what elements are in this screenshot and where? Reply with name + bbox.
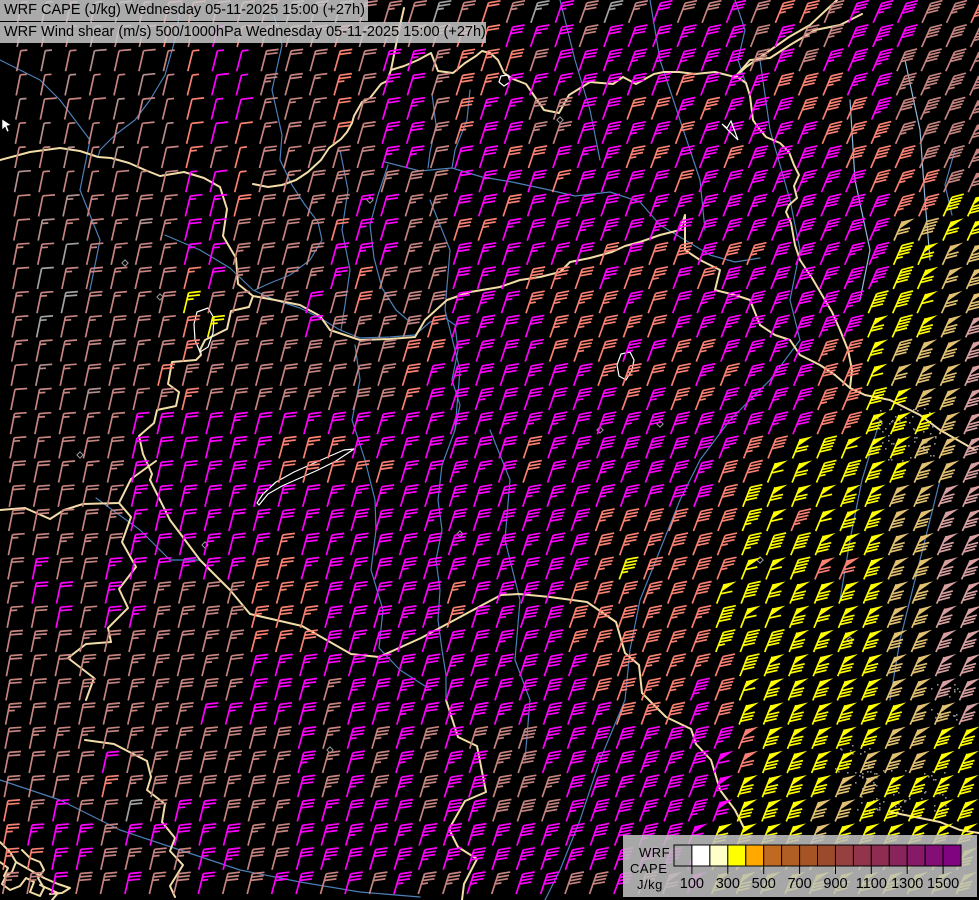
svg-text:1300: 1300	[891, 876, 923, 892]
svg-text:500: 500	[752, 876, 776, 892]
svg-text:700: 700	[787, 876, 811, 892]
svg-text:1100: 1100	[856, 876, 887, 892]
svg-text:CAPE: CAPE	[630, 861, 667, 876]
svg-text:J/kg: J/kg	[637, 877, 663, 892]
svg-text:1500: 1500	[927, 876, 959, 892]
svg-text:100: 100	[680, 876, 704, 892]
svg-text:WRF: WRF	[639, 845, 670, 860]
svg-text:900: 900	[823, 876, 847, 892]
svg-text:300: 300	[716, 876, 740, 892]
